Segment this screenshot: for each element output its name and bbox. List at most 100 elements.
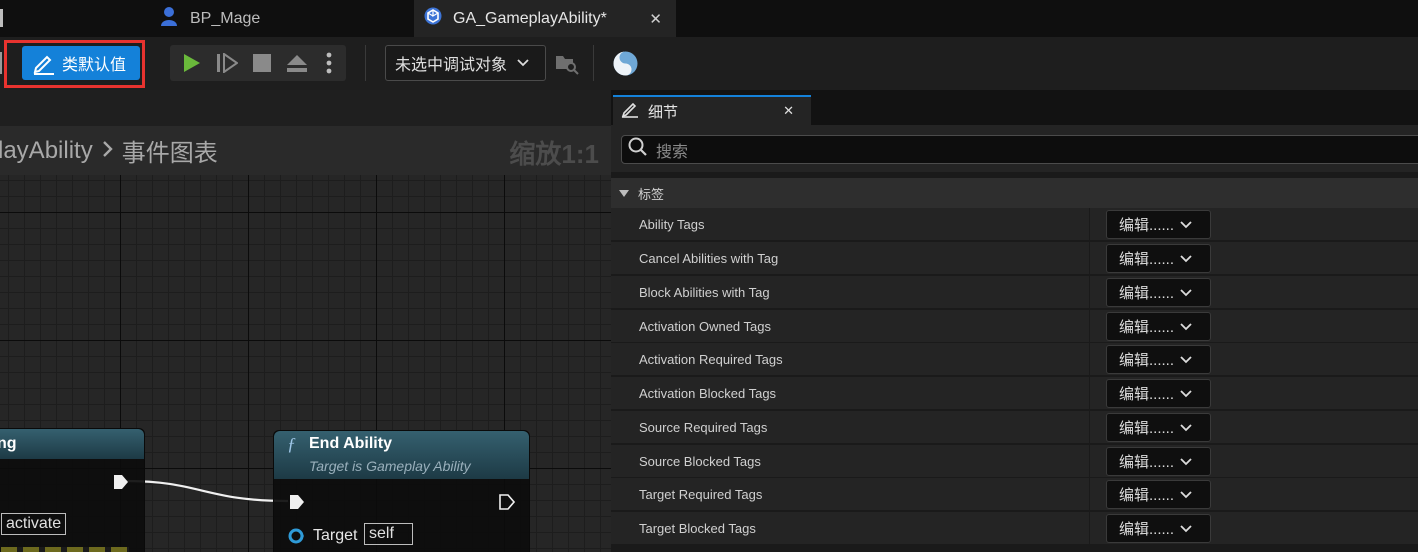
stop-button[interactable] — [245, 45, 279, 81]
column-splitter[interactable] — [1089, 512, 1090, 545]
chevron-down-icon — [1180, 385, 1192, 402]
property-row: Ability Tags 编辑...... — [611, 208, 1418, 241]
property-name: Activation Owned Tags — [639, 319, 771, 334]
property-row: Cancel Abilities with Tag 编辑...... — [611, 242, 1418, 275]
column-splitter[interactable] — [1089, 343, 1090, 376]
property-name: Activation Blocked Tags — [639, 386, 777, 401]
chevron-down-icon — [1180, 351, 1192, 368]
left-node-stripe — [1, 547, 129, 552]
column-splitter[interactable] — [1089, 276, 1090, 309]
property-row: Source Required Tags 编辑...... — [611, 411, 1418, 444]
browse-debug-button[interactable] — [555, 53, 579, 75]
edit-label: 编辑...... — [1119, 420, 1175, 437]
edit-tags-button[interactable]: 编辑...... — [1106, 312, 1211, 341]
edit-tags-button[interactable]: 编辑...... — [1106, 447, 1211, 476]
column-splitter[interactable] — [1089, 242, 1090, 275]
property-name: Target Required Tags — [639, 487, 763, 502]
column-splitter[interactable] — [1089, 208, 1090, 241]
toolbar-left-stub — [0, 52, 2, 74]
edit-tags-button[interactable]: 编辑...... — [1106, 278, 1211, 307]
gameplay-ability-icon — [424, 7, 442, 30]
end-ability-header: ƒ End Ability Target is Gameplay Ability — [274, 431, 529, 479]
edit-tags-button[interactable]: 编辑...... — [1106, 413, 1211, 442]
edit-tags-button[interactable]: 编辑...... — [1106, 244, 1211, 273]
property-row: Block Abilities with Tag 编辑...... — [611, 276, 1418, 309]
character-blueprint-icon — [160, 6, 178, 31]
close-icon[interactable]: ✕ — [783, 103, 794, 119]
chevron-down-icon — [1180, 284, 1192, 301]
chevron-down-icon — [1180, 520, 1192, 537]
tab-bar: BP_Mage GA_GameplayAbility* ✕ — [0, 0, 1418, 37]
play-controls — [170, 45, 346, 81]
edit-label: 编辑...... — [1119, 454, 1175, 471]
exec-in-pin[interactable] — [289, 494, 305, 515]
edit-label: 编辑...... — [1119, 319, 1175, 336]
column-splitter[interactable] — [1089, 310, 1090, 343]
property-name: Source Required Tags — [639, 420, 768, 435]
tab-label: BP_Mage — [190, 9, 261, 27]
search-icon — [628, 137, 648, 162]
step-icon — [217, 53, 238, 73]
edit-label: 编辑...... — [1119, 487, 1175, 504]
tab-partial-left[interactable] — [0, 9, 3, 27]
chevron-down-icon — [1180, 486, 1192, 503]
category-tags[interactable]: 标签 — [611, 178, 1418, 208]
target-pin[interactable] — [288, 528, 304, 549]
details-tab[interactable]: 细节 ✕ — [613, 95, 811, 125]
pencil-icon — [621, 100, 639, 122]
eject-icon — [287, 55, 307, 72]
edit-tags-button[interactable]: 编辑...... — [1106, 514, 1211, 543]
more-options-button[interactable] — [315, 45, 343, 81]
property-row: Source Blocked Tags 编辑...... — [611, 445, 1418, 478]
toolbar: 类默认值 未选中调试对象 — [0, 37, 1418, 90]
property-row: Target Required Tags 编辑...... — [611, 478, 1418, 511]
details-tab-label: 细节 — [648, 103, 679, 121]
tab-label: GA_GameplayAbility* — [453, 9, 607, 27]
edit-label: 编辑...... — [1119, 251, 1175, 268]
stop-icon — [253, 54, 271, 72]
edit-tags-button[interactable]: 编辑...... — [1106, 210, 1211, 239]
step-button[interactable] — [210, 45, 244, 81]
chevron-down-icon — [1180, 250, 1192, 267]
column-splitter[interactable] — [1089, 445, 1090, 478]
kebab-icon — [326, 52, 332, 74]
column-splitter[interactable] — [1089, 478, 1090, 511]
left-node-header: ng — [0, 429, 144, 459]
end-ability-title: End Ability — [309, 435, 392, 452]
property-row: Target Blocked Tags 编辑...... — [611, 512, 1418, 545]
details-panel: 细节 ✕ 搜索 标签 Ability Tags 编辑...... Cancel Ab… — [611, 90, 1418, 552]
left-node-title: ng — [0, 435, 17, 452]
exec-out-pin[interactable] — [113, 474, 129, 495]
world-settings-button[interactable] — [613, 51, 638, 76]
left-node[interactable]: ng activate — [0, 428, 145, 552]
edit-tags-button[interactable]: 编辑...... — [1106, 480, 1211, 509]
play-button[interactable] — [174, 45, 208, 81]
exec-out-pin[interactable] — [499, 494, 516, 515]
graph-editor[interactable]: layAbility 事件图表 缩放1:1 ng activate ƒ End … — [0, 90, 611, 552]
chevron-down-icon — [517, 54, 529, 72]
column-splitter[interactable] — [1089, 411, 1090, 444]
property-row: Activation Owned Tags 编辑...... — [611, 310, 1418, 343]
target-value[interactable]: self — [364, 523, 413, 545]
property-row: Activation Required Tags 编辑...... — [611, 343, 1418, 376]
property-row: Activation Blocked Tags 编辑...... — [611, 377, 1418, 410]
close-icon[interactable]: ✕ — [649, 10, 662, 28]
left-node-pin-value[interactable]: activate — [1, 513, 67, 535]
edit-tags-button[interactable]: 编辑...... — [1106, 379, 1211, 408]
end-ability-node[interactable]: ƒ End Ability Target is Gameplay Ability… — [273, 430, 530, 552]
tab-ga-gameplayability[interactable]: GA_GameplayAbility* ✕ — [414, 0, 676, 37]
chevron-down-icon — [1180, 453, 1192, 470]
details-tab-row: 细节 ✕ — [611, 90, 1418, 125]
edit-tags-button[interactable]: 编辑...... — [1106, 345, 1211, 374]
search-input[interactable]: 搜索 — [621, 135, 1418, 164]
column-splitter[interactable] — [1089, 377, 1090, 410]
eject-button[interactable] — [280, 45, 314, 81]
globe-icon — [613, 51, 638, 76]
highlight-box — [4, 40, 145, 88]
toolbar-separator — [593, 45, 594, 81]
category-label: 标签 — [638, 186, 665, 202]
play-icon — [184, 54, 200, 72]
end-ability-subtitle: Target is Gameplay Ability — [309, 458, 471, 474]
tab-bp-mage[interactable]: BP_Mage — [150, 0, 410, 37]
debug-object-select[interactable]: 未选中调试对象 — [385, 45, 546, 81]
